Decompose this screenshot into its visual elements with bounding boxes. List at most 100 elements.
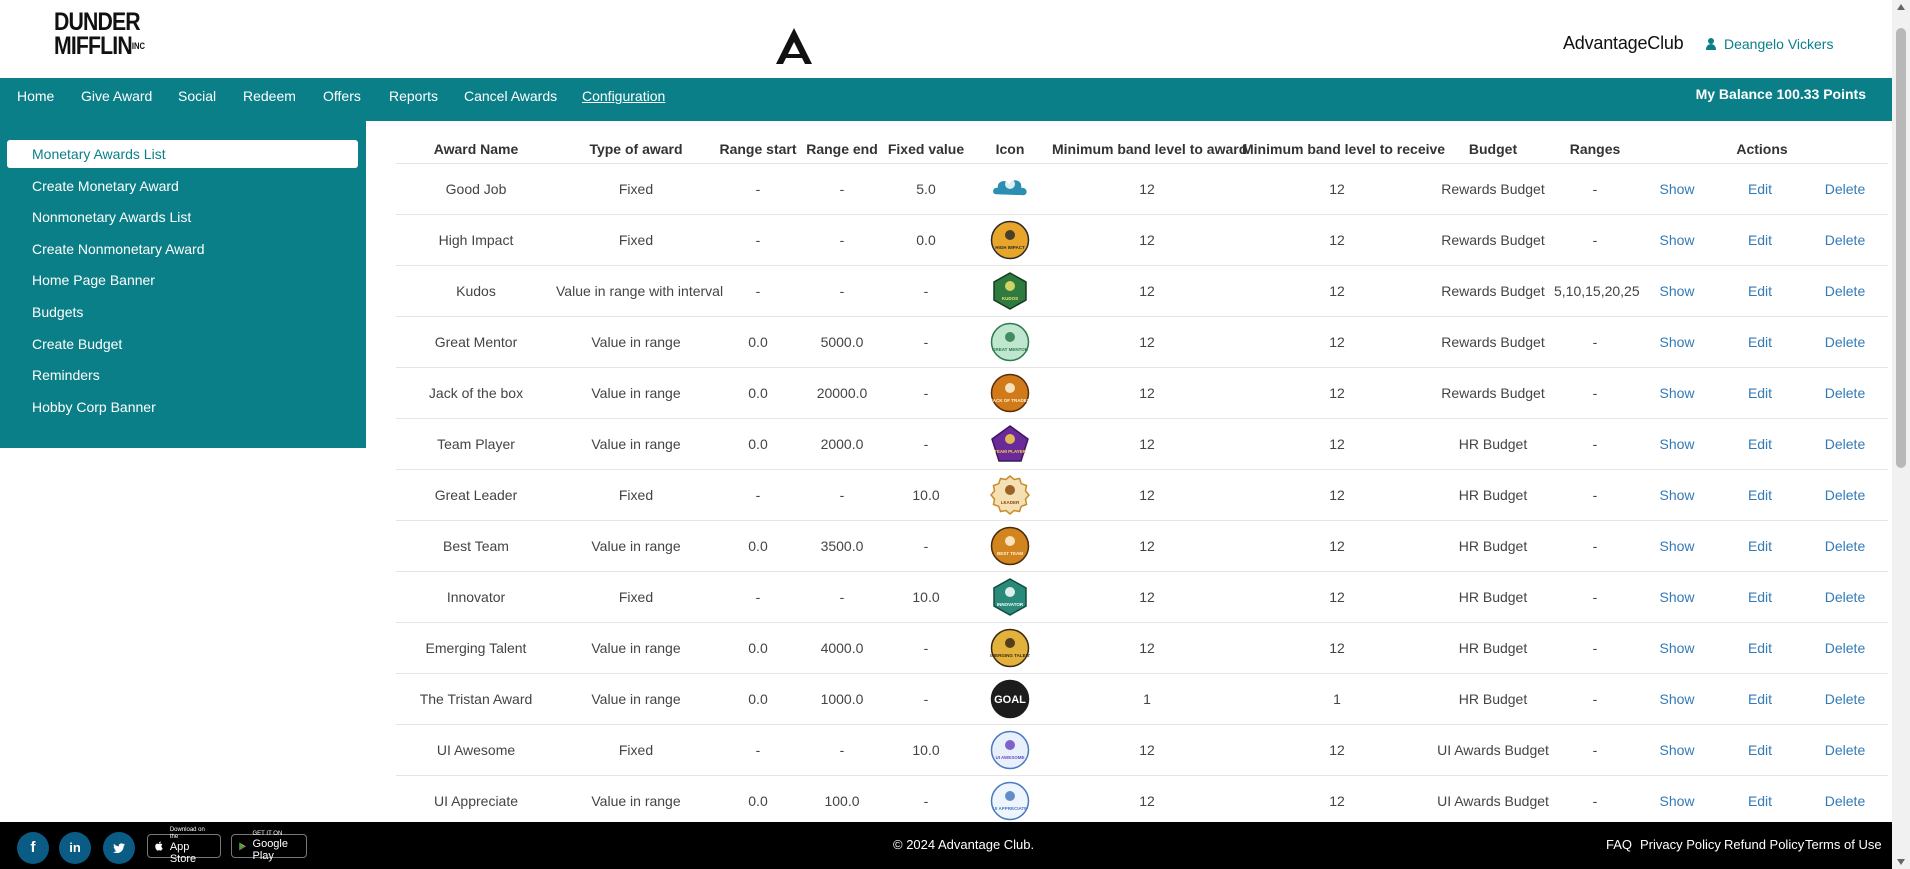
cell-fixed-value: - bbox=[884, 622, 968, 674]
sidebar-item-monetary-awards-list[interactable]: Monetary Awards List bbox=[7, 140, 358, 168]
delete-button[interactable]: Delete bbox=[1802, 724, 1889, 776]
edit-button[interactable]: Edit bbox=[1718, 571, 1802, 623]
table-row: Good Job Fixed - -5.0 GOOD JOB 12 12 Rewards Bu… bbox=[396, 163, 1889, 215]
linkedin-icon[interactable]: in bbox=[59, 832, 91, 864]
cell-type-of-award: Value in range bbox=[556, 673, 716, 725]
edit-button[interactable]: Edit bbox=[1718, 622, 1802, 674]
cell-budget: Rewards Budget bbox=[1432, 163, 1554, 215]
cell-min-band-receive: 12 bbox=[1242, 520, 1432, 572]
show-button[interactable]: Show bbox=[1636, 571, 1718, 623]
cell-min-band-award: 12 bbox=[1052, 469, 1242, 521]
footer-link-terms-of-use[interactable]: Terms of Use bbox=[1805, 837, 1882, 852]
delete-button[interactable]: Delete bbox=[1802, 520, 1889, 572]
delete-button[interactable]: Delete bbox=[1802, 265, 1889, 317]
show-button[interactable]: Show bbox=[1636, 469, 1718, 521]
nav-give-award[interactable]: Give Award bbox=[81, 78, 152, 121]
scroll-up-arrow-icon[interactable] bbox=[1897, 4, 1905, 10]
table-row: Kudos Value in range with interval - - - KUDO… bbox=[396, 265, 1889, 317]
header-award-name: Award Name bbox=[396, 136, 556, 164]
sidebar-item-nonmonetary-awards-list[interactable]: Nonmonetary Awards List bbox=[32, 209, 191, 225]
sidebar-item-create-nonmonetary-award[interactable]: Create Nonmonetary Award bbox=[32, 241, 205, 257]
nav-social[interactable]: Social bbox=[178, 78, 216, 121]
main-nav: Home Give Award Social Redeem Offers Rep… bbox=[0, 78, 1892, 121]
cell-budget: HR Budget bbox=[1432, 520, 1554, 572]
sidebar-item-create-budget[interactable]: Create Budget bbox=[32, 336, 122, 352]
edit-button[interactable]: Edit bbox=[1718, 469, 1802, 521]
page-scrollbar[interactable] bbox=[1892, 0, 1910, 869]
nav-redeem[interactable]: Redeem bbox=[243, 78, 296, 121]
footer-link-privacy-policy[interactable]: Privacy Policy bbox=[1640, 837, 1721, 852]
twitter-icon[interactable] bbox=[103, 832, 135, 864]
edit-button[interactable]: Edit bbox=[1718, 163, 1802, 215]
edit-button[interactable]: Edit bbox=[1718, 673, 1802, 725]
nav-cancel-awards[interactable]: Cancel Awards bbox=[464, 78, 557, 121]
edit-button[interactable]: Edit bbox=[1718, 265, 1802, 317]
edit-button[interactable]: Edit bbox=[1718, 520, 1802, 572]
show-button[interactable]: Show bbox=[1636, 316, 1718, 368]
delete-button[interactable]: Delete bbox=[1802, 775, 1889, 827]
nav-home[interactable]: Home bbox=[17, 78, 54, 121]
scroll-thumb[interactable] bbox=[1896, 28, 1906, 468]
nav-configuration[interactable]: Configuration bbox=[582, 78, 665, 121]
sidebar-item-create-monetary-award[interactable]: Create Monetary Award bbox=[32, 178, 179, 194]
cell-type-of-award: Fixed bbox=[556, 724, 716, 776]
sidebar-item-hobby-corp-banner[interactable]: Hobby Corp Banner bbox=[32, 399, 156, 415]
scroll-down-arrow-icon[interactable] bbox=[1897, 859, 1905, 865]
app-store-button[interactable]: Download on the App Store bbox=[147, 827, 221, 865]
footer-link-faq[interactable]: FAQ bbox=[1606, 837, 1632, 852]
google-play-button[interactable]: GET IT ON Google Play bbox=[231, 831, 307, 862]
sidebar-item-budgets[interactable]: Budgets bbox=[32, 304, 83, 320]
show-button[interactable]: Show bbox=[1636, 724, 1718, 776]
awards-table-container: Award Name Type of award Range start Ran… bbox=[396, 136, 1889, 827]
svg-text:GOAL: GOAL bbox=[994, 694, 1026, 706]
show-button[interactable]: Show bbox=[1636, 520, 1718, 572]
delete-button[interactable]: Delete bbox=[1802, 571, 1889, 623]
user-icon bbox=[1706, 38, 1716, 50]
delete-button[interactable]: Delete bbox=[1802, 163, 1889, 215]
edit-button[interactable]: Edit bbox=[1718, 214, 1802, 266]
cell-range-start: 0.0 bbox=[716, 316, 800, 368]
footer-link-refund-policy[interactable]: Refund Policy bbox=[1724, 837, 1804, 852]
delete-button[interactable]: Delete bbox=[1802, 673, 1889, 725]
show-button[interactable]: Show bbox=[1636, 418, 1718, 470]
delete-button[interactable]: Delete bbox=[1802, 367, 1889, 419]
show-button[interactable]: Show bbox=[1636, 163, 1718, 215]
header-range-end: Range end bbox=[800, 136, 884, 164]
cell-range-start: - bbox=[716, 265, 800, 317]
show-button[interactable]: Show bbox=[1636, 673, 1718, 725]
delete-button[interactable]: Delete bbox=[1802, 469, 1889, 521]
edit-button[interactable]: Edit bbox=[1718, 316, 1802, 368]
edit-button[interactable]: Edit bbox=[1718, 724, 1802, 776]
show-button[interactable]: Show bbox=[1636, 367, 1718, 419]
cell-ranges: - bbox=[1554, 316, 1636, 368]
show-button[interactable]: Show bbox=[1636, 265, 1718, 317]
show-button[interactable]: Show bbox=[1636, 214, 1718, 266]
svg-text:GREAT MENTOR: GREAT MENTOR bbox=[992, 347, 1029, 352]
sidebar-item-reminders[interactable]: Reminders bbox=[32, 367, 100, 383]
sidebar-item-home-page-banner[interactable]: Home Page Banner bbox=[32, 272, 155, 288]
nav-reports[interactable]: Reports bbox=[389, 78, 438, 121]
facebook-icon[interactable]: f bbox=[17, 832, 49, 864]
edit-button[interactable]: Edit bbox=[1718, 775, 1802, 827]
delete-button[interactable]: Delete bbox=[1802, 316, 1889, 368]
cell-budget: HR Budget bbox=[1432, 469, 1554, 521]
edit-button[interactable]: Edit bbox=[1718, 367, 1802, 419]
cell-range-start: - bbox=[716, 214, 800, 266]
user-menu[interactable]: Deangelo Vickers bbox=[1706, 36, 1833, 52]
delete-button[interactable]: Delete bbox=[1802, 418, 1889, 470]
cell-min-band-award: 12 bbox=[1052, 775, 1242, 827]
edit-button[interactable]: Edit bbox=[1718, 418, 1802, 470]
app-store-text: Download on the App Store bbox=[169, 827, 205, 865]
footer: f in Download on the App Store GET IT ON G… bbox=[0, 822, 1892, 869]
delete-button[interactable]: Delete bbox=[1802, 214, 1889, 266]
nav-offers[interactable]: Offers bbox=[323, 78, 361, 121]
cell-range-start: - bbox=[716, 163, 800, 215]
svg-text:JACK OF TRADES: JACK OF TRADES bbox=[990, 398, 1030, 403]
jack-of-all-trades-badge-icon: JACK OF TRADES bbox=[990, 373, 1030, 413]
cell-range-end: 1000.0 bbox=[800, 673, 884, 725]
advantage-logo-icon[interactable] bbox=[772, 24, 816, 68]
show-button[interactable]: Show bbox=[1636, 775, 1718, 827]
delete-button[interactable]: Delete bbox=[1802, 622, 1889, 674]
company-logo[interactable]: DUNDER MIFFLININC bbox=[54, 10, 145, 62]
show-button[interactable]: Show bbox=[1636, 622, 1718, 674]
